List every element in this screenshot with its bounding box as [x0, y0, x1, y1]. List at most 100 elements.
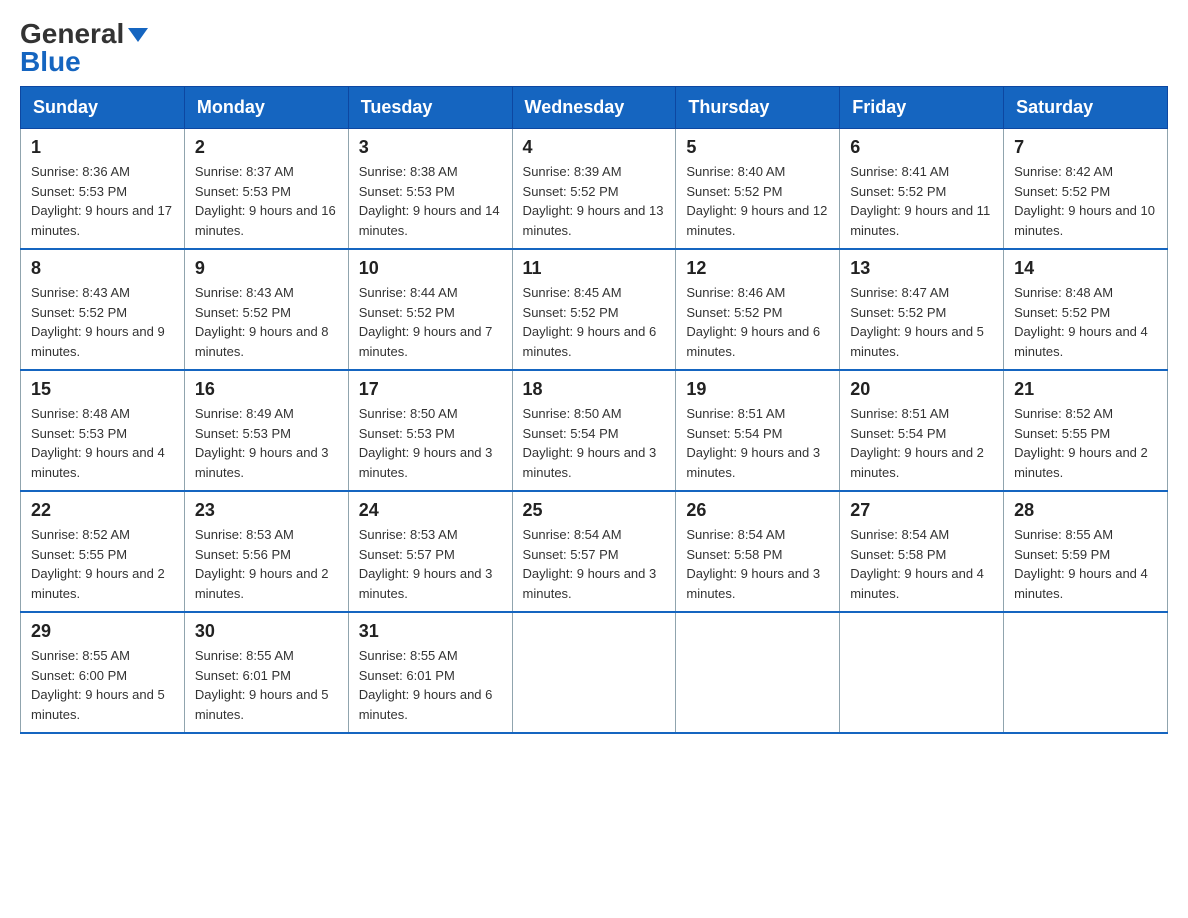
day-number: 9 — [195, 258, 338, 279]
calendar-cell-week1-day4: 5 Sunrise: 8:40 AMSunset: 5:52 PMDaylight… — [676, 129, 840, 250]
day-info: Sunrise: 8:48 AMSunset: 5:52 PMDaylight:… — [1014, 283, 1157, 361]
calendar-cell-week2-day4: 12Sunrise: 8:46 AMSunset: 5:52 PMDayligh… — [676, 249, 840, 370]
header: General Blue — [20, 20, 1168, 76]
day-info: Sunrise: 8:55 AMSunset: 6:01 PMDaylight:… — [359, 646, 502, 724]
day-number: 3 — [359, 137, 502, 158]
day-number: 21 — [1014, 379, 1157, 400]
calendar-cell-week2-day6: 14 Sunrise: 8:48 AMSunset: 5:52 PMDayligh… — [1004, 249, 1168, 370]
calendar-cell-week3-day2: 17Sunrise: 8:50 AMSunset: 5:53 PMDayligh… — [348, 370, 512, 491]
logo-top-line: General — [20, 20, 148, 48]
calendar-cell-week4-day5: 27 Sunrise: 8:54 AMSunset: 5:58 PMDayligh… — [840, 491, 1004, 612]
calendar-cell-week5-day0: 29 Sunrise: 8:55 AMSunset: 6:00 PMDayligh… — [21, 612, 185, 733]
calendar-cell-week4-day3: 25 Sunrise: 8:54 AMSunset: 5:57 PMDayligh… — [512, 491, 676, 612]
day-info: Sunrise: 8:52 AMSunset: 5:55 PMDaylight:… — [31, 525, 174, 603]
day-number: 5 — [686, 137, 829, 158]
day-info: Sunrise: 8:41 AMSunset: 5:52 PMDaylight:… — [850, 162, 993, 240]
day-number: 30 — [195, 621, 338, 642]
weekday-header-row: SundayMondayTuesdayWednesdayThursdayFrid… — [21, 87, 1168, 129]
day-number: 28 — [1014, 500, 1157, 521]
calendar-cell-week3-day6: 21 Sunrise: 8:52 AMSunset: 5:55 PMDayligh… — [1004, 370, 1168, 491]
calendar-cell-week1-day3: 4 Sunrise: 8:39 AMSunset: 5:52 PMDaylight… — [512, 129, 676, 250]
day-info: Sunrise: 8:53 AMSunset: 5:57 PMDaylight:… — [359, 525, 502, 603]
calendar-cell-week1-day1: 2 Sunrise: 8:37 AMSunset: 5:53 PMDaylight… — [184, 129, 348, 250]
day-info: Sunrise: 8:47 AMSunset: 5:52 PMDaylight:… — [850, 283, 993, 361]
day-number: 14 — [1014, 258, 1157, 279]
calendar-cell-week5-day1: 30 Sunrise: 8:55 AMSunset: 6:01 PMDayligh… — [184, 612, 348, 733]
calendar-cell-week5-day4 — [676, 612, 840, 733]
day-number: 18 — [523, 379, 666, 400]
logo: General Blue — [20, 20, 148, 76]
weekday-header-wednesday: Wednesday — [512, 87, 676, 129]
day-info: Sunrise: 8:54 AMSunset: 5:57 PMDaylight:… — [523, 525, 666, 603]
calendar-cell-week1-day6: 7 Sunrise: 8:42 AMSunset: 5:52 PMDaylight… — [1004, 129, 1168, 250]
day-number: 24 — [359, 500, 502, 521]
day-number: 8 — [31, 258, 174, 279]
day-number: 16 — [195, 379, 338, 400]
day-info: Sunrise: 8:42 AMSunset: 5:52 PMDaylight:… — [1014, 162, 1157, 240]
day-number: 19 — [686, 379, 829, 400]
week-row-3: 15 Sunrise: 8:48 AMSunset: 5:53 PMDayligh… — [21, 370, 1168, 491]
day-number: 17 — [359, 379, 502, 400]
calendar-cell-week3-day5: 20Sunrise: 8:51 AMSunset: 5:54 PMDayligh… — [840, 370, 1004, 491]
logo-general-text: General — [20, 18, 124, 49]
weekday-header-monday: Monday — [184, 87, 348, 129]
day-info: Sunrise: 8:55 AMSunset: 6:01 PMDaylight:… — [195, 646, 338, 724]
day-number: 27 — [850, 500, 993, 521]
weekday-header-sunday: Sunday — [21, 87, 185, 129]
day-number: 26 — [686, 500, 829, 521]
day-number: 12 — [686, 258, 829, 279]
day-number: 15 — [31, 379, 174, 400]
logo-triangle-icon — [128, 28, 148, 42]
calendar-cell-week1-day5: 6 Sunrise: 8:41 AMSunset: 5:52 PMDaylight… — [840, 129, 1004, 250]
day-info: Sunrise: 8:53 AMSunset: 5:56 PMDaylight:… — [195, 525, 338, 603]
day-info: Sunrise: 8:55 AMSunset: 5:59 PMDaylight:… — [1014, 525, 1157, 603]
day-info: Sunrise: 8:48 AMSunset: 5:53 PMDaylight:… — [31, 404, 174, 482]
day-info: Sunrise: 8:43 AMSunset: 5:52 PMDaylight:… — [31, 283, 174, 361]
weekday-header-thursday: Thursday — [676, 87, 840, 129]
day-info: Sunrise: 8:51 AMSunset: 5:54 PMDaylight:… — [850, 404, 993, 482]
weekday-header-saturday: Saturday — [1004, 87, 1168, 129]
calendar-cell-week2-day0: 8 Sunrise: 8:43 AMSunset: 5:52 PMDaylight… — [21, 249, 185, 370]
day-info: Sunrise: 8:50 AMSunset: 5:54 PMDaylight:… — [523, 404, 666, 482]
day-info: Sunrise: 8:43 AMSunset: 5:52 PMDaylight:… — [195, 283, 338, 361]
calendar-cell-week1-day0: 1 Sunrise: 8:36 AMSunset: 5:53 PMDaylight… — [21, 129, 185, 250]
day-info: Sunrise: 8:54 AMSunset: 5:58 PMDaylight:… — [686, 525, 829, 603]
calendar-cell-week4-day6: 28 Sunrise: 8:55 AMSunset: 5:59 PMDayligh… — [1004, 491, 1168, 612]
calendar-cell-week3-day3: 18 Sunrise: 8:50 AMSunset: 5:54 PMDayligh… — [512, 370, 676, 491]
week-row-5: 29 Sunrise: 8:55 AMSunset: 6:00 PMDayligh… — [21, 612, 1168, 733]
day-number: 2 — [195, 137, 338, 158]
calendar-cell-week4-day0: 22 Sunrise: 8:52 AMSunset: 5:55 PMDayligh… — [21, 491, 185, 612]
day-info: Sunrise: 8:45 AMSunset: 5:52 PMDaylight:… — [523, 283, 666, 361]
calendar-cell-week2-day5: 13Sunrise: 8:47 AMSunset: 5:52 PMDayligh… — [840, 249, 1004, 370]
calendar-cell-week3-day1: 16Sunrise: 8:49 AMSunset: 5:53 PMDayligh… — [184, 370, 348, 491]
calendar-cell-week5-day3 — [512, 612, 676, 733]
week-row-1: 1 Sunrise: 8:36 AMSunset: 5:53 PMDaylight… — [21, 129, 1168, 250]
weekday-header-tuesday: Tuesday — [348, 87, 512, 129]
day-number: 7 — [1014, 137, 1157, 158]
day-info: Sunrise: 8:37 AMSunset: 5:53 PMDaylight:… — [195, 162, 338, 240]
day-number: 4 — [523, 137, 666, 158]
day-number: 22 — [31, 500, 174, 521]
day-info: Sunrise: 8:36 AMSunset: 5:53 PMDaylight:… — [31, 162, 174, 240]
weekday-header-friday: Friday — [840, 87, 1004, 129]
day-number: 29 — [31, 621, 174, 642]
day-info: Sunrise: 8:52 AMSunset: 5:55 PMDaylight:… — [1014, 404, 1157, 482]
day-info: Sunrise: 8:39 AMSunset: 5:52 PMDaylight:… — [523, 162, 666, 240]
day-number: 1 — [31, 137, 174, 158]
calendar-cell-week5-day6 — [1004, 612, 1168, 733]
day-number: 31 — [359, 621, 502, 642]
day-number: 11 — [523, 258, 666, 279]
week-row-2: 8 Sunrise: 8:43 AMSunset: 5:52 PMDaylight… — [21, 249, 1168, 370]
day-info: Sunrise: 8:54 AMSunset: 5:58 PMDaylight:… — [850, 525, 993, 603]
calendar-cell-week4-day4: 26 Sunrise: 8:54 AMSunset: 5:58 PMDayligh… — [676, 491, 840, 612]
day-number: 25 — [523, 500, 666, 521]
day-info: Sunrise: 8:40 AMSunset: 5:52 PMDaylight:… — [686, 162, 829, 240]
day-number: 6 — [850, 137, 993, 158]
logo-blue-text: Blue — [20, 48, 81, 76]
calendar-cell-week4-day2: 24 Sunrise: 8:53 AMSunset: 5:57 PMDayligh… — [348, 491, 512, 612]
calendar-table: SundayMondayTuesdayWednesdayThursdayFrid… — [20, 86, 1168, 734]
day-info: Sunrise: 8:44 AMSunset: 5:52 PMDaylight:… — [359, 283, 502, 361]
calendar-cell-week2-day1: 9 Sunrise: 8:43 AMSunset: 5:52 PMDaylight… — [184, 249, 348, 370]
calendar-cell-week5-day2: 31 Sunrise: 8:55 AMSunset: 6:01 PMDayligh… — [348, 612, 512, 733]
day-info: Sunrise: 8:55 AMSunset: 6:00 PMDaylight:… — [31, 646, 174, 724]
